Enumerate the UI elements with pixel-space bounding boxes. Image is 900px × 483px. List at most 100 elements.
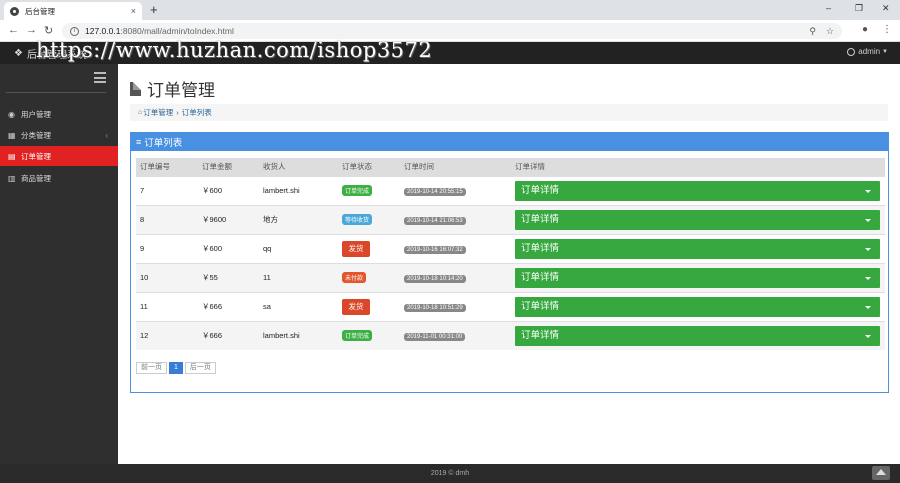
home-icon: ⌂ bbox=[138, 109, 143, 116]
order-detail-cell: 订单详情 bbox=[511, 291, 885, 321]
sidebar-item-products[interactable]: ▥ 商品管理 bbox=[0, 168, 118, 188]
chevron-left-icon: ‹ bbox=[105, 130, 108, 140]
panel-title: 订单列表 bbox=[144, 138, 183, 149]
order-id: 10 bbox=[136, 262, 198, 292]
prev-page-button[interactable]: 前一页 bbox=[136, 362, 167, 374]
shopping-bag-icon: ▥ bbox=[8, 173, 16, 183]
reload-icon[interactable]: ↻ bbox=[44, 24, 53, 37]
url-bar[interactable]: i 127.0.0.1:8080/mall/admin/toIndex.html… bbox=[62, 23, 842, 39]
time-badge: 2019-10-14 20:55:15 bbox=[404, 187, 466, 196]
cubes-icon: ❖ bbox=[14, 48, 23, 59]
order-receiver: lambert.shi bbox=[259, 320, 338, 350]
order-time-cell: 2019-10-14 21:06:53 bbox=[400, 204, 511, 234]
order-time-cell: 2019-10-18 10:51:29 bbox=[400, 291, 511, 321]
ship-button[interactable]: 发货 bbox=[342, 298, 370, 315]
close-tab-icon[interactable]: × bbox=[131, 6, 136, 16]
back-arrow-icon[interactable]: ← bbox=[8, 24, 19, 36]
order-detail-dropdown[interactable]: 订单详情 bbox=[515, 180, 880, 201]
breadcrumb: ⌂ 订单管理 › 订单列表 bbox=[130, 104, 888, 121]
url-path: :8080/mall/admin/toIndex.html bbox=[120, 26, 234, 36]
order-detail-cell: 订单详情 bbox=[511, 204, 885, 234]
page-1-button[interactable]: 1 bbox=[169, 362, 183, 374]
caret-down-icon bbox=[865, 334, 871, 338]
col-amount: 订单金额 bbox=[198, 158, 259, 176]
sidebar-item-categories[interactable]: ▦ 分类管理 ‹ bbox=[0, 125, 118, 145]
caret-down-icon bbox=[865, 218, 871, 222]
order-id: 9 bbox=[136, 233, 198, 263]
time-badge: 2019-10-16 16:07:32 bbox=[404, 245, 466, 254]
order-detail-dropdown[interactable]: 订单详情 bbox=[515, 209, 880, 230]
col-time: 订单时间 bbox=[400, 158, 511, 176]
sidebar-item-orders[interactable]: ▤ 订单管理 bbox=[0, 146, 118, 166]
order-detail-cell: 订单详情 bbox=[511, 175, 885, 205]
order-status-cell: 发货 bbox=[338, 233, 400, 263]
bookmark-star-icon[interactable]: ☆ bbox=[826, 26, 834, 37]
order-receiver: lambert.shi bbox=[259, 175, 338, 205]
order-detail-dropdown[interactable]: 订单详情 bbox=[515, 267, 880, 288]
order-amount: ￥9600 bbox=[198, 204, 259, 234]
list-icon: ≡ bbox=[136, 137, 142, 147]
breadcrumb-current[interactable]: 订单列表 bbox=[182, 107, 212, 118]
panel-header: ≡ 订单列表 bbox=[131, 133, 888, 151]
col-receiver: 收货人 bbox=[259, 158, 338, 176]
sidebar-item-users[interactable]: ◉ 用户管理 bbox=[0, 104, 118, 124]
order-receiver: qq bbox=[259, 233, 338, 263]
caret-down-icon bbox=[865, 305, 871, 309]
table-row: 9 ￥600 qq 发货 2019-10-16 16:07:32 订单详情 bbox=[136, 233, 885, 263]
order-amount: ￥666 bbox=[198, 291, 259, 321]
ship-button[interactable]: 发货 bbox=[342, 240, 370, 257]
main-content: 订单管理 ⌂ 订单管理 › 订单列表 ≡ 订单列表 订单编号 订单金额 收货人 … bbox=[118, 64, 900, 464]
order-status-cell: 等待收货 bbox=[338, 204, 400, 234]
user-icon bbox=[847, 47, 856, 56]
file-icon: ▤ bbox=[8, 151, 16, 161]
sidebar-item-label: 商品管理 bbox=[21, 173, 51, 183]
hamburger-icon[interactable] bbox=[94, 72, 106, 86]
footer: 2019 © dmh bbox=[0, 464, 900, 483]
zoom-icon[interactable]: ⚲ bbox=[809, 26, 816, 37]
forward-arrow-icon[interactable]: → bbox=[26, 24, 37, 36]
document-icon bbox=[130, 81, 141, 96]
detail-label: 订单详情 bbox=[521, 271, 560, 283]
order-status-cell: 订单完成 bbox=[338, 320, 400, 350]
sidebar-item-label: 用户管理 bbox=[21, 109, 51, 119]
page-title: 订单管理 bbox=[130, 76, 215, 101]
status-badge: 等待收货 bbox=[342, 214, 373, 225]
table-row: 7 ￥600 lambert.shi 订单完成 2019-10-14 20:55… bbox=[136, 175, 885, 205]
order-detail-dropdown[interactable]: 订单详情 bbox=[515, 325, 880, 346]
order-id: 7 bbox=[136, 175, 198, 205]
maximize-button[interactable]: ❐ bbox=[855, 3, 863, 14]
order-amount: ￥600 bbox=[198, 233, 259, 263]
order-time-cell: 2019-10-18 10:14:20 bbox=[400, 262, 511, 292]
url-host: 127.0.0.1 bbox=[85, 26, 121, 36]
pagination: 前一页 1 后一页 bbox=[136, 362, 218, 374]
account-icon[interactable]: ● bbox=[862, 24, 868, 35]
order-detail-dropdown[interactable]: 订单详情 bbox=[515, 296, 880, 317]
info-icon[interactable]: i bbox=[70, 26, 79, 36]
order-detail-dropdown[interactable]: 订单详情 bbox=[515, 238, 880, 259]
browser-tab[interactable]: 后台管理 × bbox=[4, 2, 142, 20]
close-window-button[interactable]: ✕ bbox=[882, 3, 890, 14]
table-row: 12 ￥666 lambert.shi 订单完成 2019-11-01 00:3… bbox=[136, 320, 885, 350]
order-receiver: sa bbox=[259, 291, 338, 321]
next-page-button[interactable]: 后一页 bbox=[184, 362, 216, 374]
caret-down-icon bbox=[865, 189, 871, 193]
order-detail-cell: 订单详情 bbox=[511, 262, 885, 292]
table-row: 11 ￥666 sa 发货 2019-10-18 10:51:29 订单详情 bbox=[136, 291, 885, 321]
admin-menu[interactable]: admin ▼ bbox=[847, 47, 888, 56]
time-badge: 2019-10-18 10:14:20 bbox=[404, 274, 466, 283]
order-status-cell: 发货 bbox=[338, 291, 400, 321]
order-list-panel: ≡ 订单列表 订单编号 订单金额 收货人 订单状态 订单时间 订单详情 7 ￥6… bbox=[130, 132, 889, 393]
orders-table: 订单编号 订单金额 收货人 订单状态 订单时间 订单详情 7 ￥600 lamb… bbox=[136, 158, 885, 350]
col-detail: 订单详情 bbox=[511, 158, 885, 176]
url-text: 127.0.0.1:8080/mall/admin/toIndex.html bbox=[85, 26, 799, 36]
col-order-id: 订单编号 bbox=[136, 158, 198, 176]
new-tab-button[interactable]: + bbox=[150, 2, 158, 17]
col-status: 订单状态 bbox=[338, 158, 400, 176]
watermark: https://www.huzhan.com/ishop3572 bbox=[36, 38, 433, 62]
table-header-row: 订单编号 订单金额 收货人 订单状态 订单时间 订单详情 bbox=[136, 158, 885, 176]
minimize-button[interactable]: – bbox=[826, 3, 831, 13]
more-menu-icon[interactable]: ⋮ bbox=[882, 24, 892, 35]
scroll-to-top-button[interactable] bbox=[872, 466, 890, 480]
breadcrumb-parent[interactable]: 订单管理 bbox=[143, 107, 173, 118]
sidebar-item-label: 订单管理 bbox=[21, 151, 51, 161]
